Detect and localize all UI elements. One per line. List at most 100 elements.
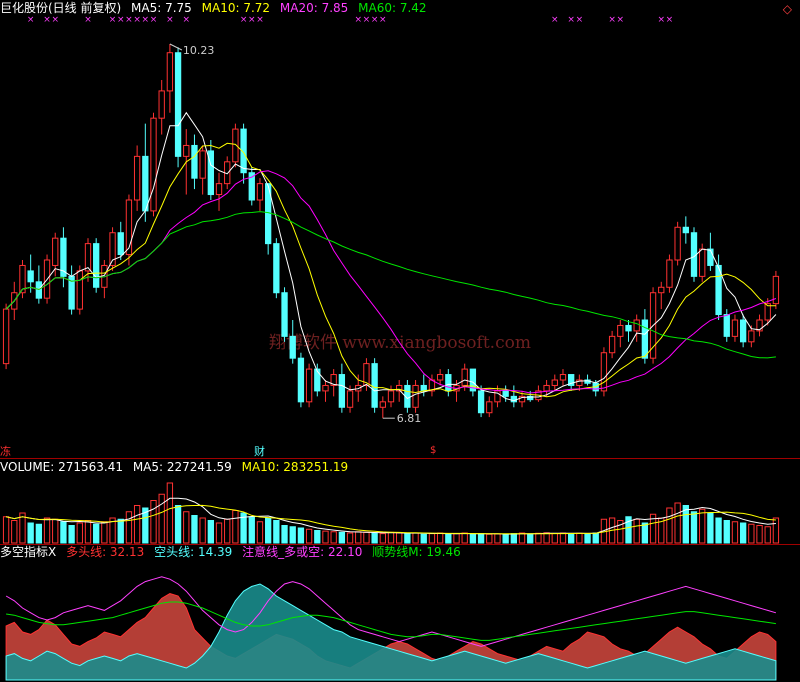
volume-bar xyxy=(559,532,567,544)
volume-bar xyxy=(461,532,468,544)
volume-bar xyxy=(43,517,51,544)
volume-bar xyxy=(150,500,157,544)
volume-bar xyxy=(117,518,124,544)
volume-bar xyxy=(715,517,722,544)
candle-body xyxy=(608,335,616,354)
volume-bar xyxy=(510,533,518,544)
volume-bar xyxy=(297,527,305,544)
volume-bar xyxy=(330,531,337,544)
event-marker-left[interactable]: 冻 xyxy=(0,443,11,459)
event-marker-cai[interactable]: 财 xyxy=(254,443,265,459)
signal-mark: × xyxy=(256,15,264,25)
volume-bar xyxy=(93,523,100,544)
candle-body xyxy=(297,357,305,403)
candle-body xyxy=(674,226,681,261)
stock-chart[interactable]: 翔博软件 www.xiangbosoft.com× × × × × × × × × × × × × × × ×… xyxy=(0,0,800,682)
volume-bar xyxy=(101,521,108,544)
candle-body xyxy=(617,324,624,337)
volume-bar xyxy=(191,515,198,544)
candle-body xyxy=(641,319,649,359)
volume-bar xyxy=(592,532,599,544)
ma5-value: MA5: 7.75 xyxy=(131,1,192,15)
volume-bar xyxy=(576,532,583,544)
volume-bar xyxy=(486,533,493,544)
volume-bar xyxy=(772,517,780,544)
volume-bar xyxy=(52,518,59,544)
volume-bar xyxy=(764,526,771,544)
candle-body xyxy=(273,243,280,294)
volume-bar xyxy=(469,533,477,544)
signal-mark: × xyxy=(363,15,371,25)
volume-bar xyxy=(412,532,419,544)
volume-bar xyxy=(166,482,174,544)
volume-bar xyxy=(133,505,141,544)
volume-bar xyxy=(477,533,485,544)
candle-body xyxy=(633,319,640,332)
candle-body xyxy=(338,374,346,408)
volume-bar xyxy=(363,531,370,544)
indicator-name: 多空指标X xyxy=(0,545,57,559)
candle-body xyxy=(461,368,468,386)
signal-mark: × xyxy=(43,15,51,25)
volume-bar xyxy=(723,520,730,544)
signal-mark: × xyxy=(567,15,575,25)
ma5-line xyxy=(5,111,777,402)
volume-bar xyxy=(35,523,43,544)
volume-bar xyxy=(641,522,649,544)
signal-mark: × xyxy=(150,15,158,25)
volume-bar xyxy=(666,507,673,544)
candle-body xyxy=(559,374,567,381)
candle-body xyxy=(420,384,427,392)
candle-body xyxy=(379,401,386,408)
volume-bar xyxy=(699,508,706,544)
ma60-value: MA60: 7.42 xyxy=(358,1,427,15)
volume-bar xyxy=(68,525,75,544)
signal-mark: × xyxy=(379,15,387,25)
volume-bar xyxy=(739,522,747,544)
candle-body xyxy=(84,243,92,272)
signal-mark: × xyxy=(117,15,125,25)
signal-mark: × xyxy=(248,15,256,25)
candle-body xyxy=(183,144,190,157)
volume-bar xyxy=(27,522,34,544)
candle-body xyxy=(199,150,206,179)
high-label-pointer xyxy=(169,43,183,51)
candle-body xyxy=(699,248,706,277)
candle-body xyxy=(682,226,689,234)
volume-bar xyxy=(322,530,329,544)
volume-bar xyxy=(264,517,272,544)
candle-body xyxy=(305,368,313,403)
volume-bar xyxy=(84,520,92,544)
candle-body xyxy=(191,144,198,179)
candle-body xyxy=(625,324,632,332)
volume-bar xyxy=(248,516,255,544)
price-header: 巨化股份(日线 前复权) MA5: 7.75 MA10: 7.72 MA20: … xyxy=(0,1,433,16)
long-line-value: 多头线: 32.13 xyxy=(66,545,145,559)
candle-body xyxy=(502,390,509,397)
signal-mark: × xyxy=(109,15,117,25)
signal-mark: × xyxy=(142,15,150,25)
attention-line-value: 注意线_多或空: 22.10 xyxy=(242,545,363,559)
candle-body xyxy=(412,384,419,408)
indicator-header: 多空指标X 多头线: 32.13 空头线: 14.39 注意线_多或空: 22.… xyxy=(0,545,467,560)
event-marker-dollar[interactable]: $ xyxy=(430,445,436,456)
candle-body xyxy=(543,384,550,392)
candle-body xyxy=(551,379,558,386)
short-line-area xyxy=(5,583,777,681)
diamond-icon[interactable]: ◇ xyxy=(783,2,792,16)
candle-body xyxy=(2,308,10,365)
candle-body xyxy=(731,319,739,337)
candle-body xyxy=(748,330,755,343)
signal-mark: × xyxy=(617,15,625,25)
ma10-value: MA10: 7.72 xyxy=(201,1,271,15)
volume-bar xyxy=(11,520,18,544)
candle-body xyxy=(150,117,157,212)
candle-body xyxy=(27,270,34,283)
ma10-line xyxy=(5,142,776,398)
candle-body xyxy=(232,128,239,163)
candle-body xyxy=(600,352,608,392)
candle-body xyxy=(142,155,149,212)
volume-bar xyxy=(748,523,755,544)
volume-bar xyxy=(494,533,501,544)
volume-bar xyxy=(76,522,83,544)
